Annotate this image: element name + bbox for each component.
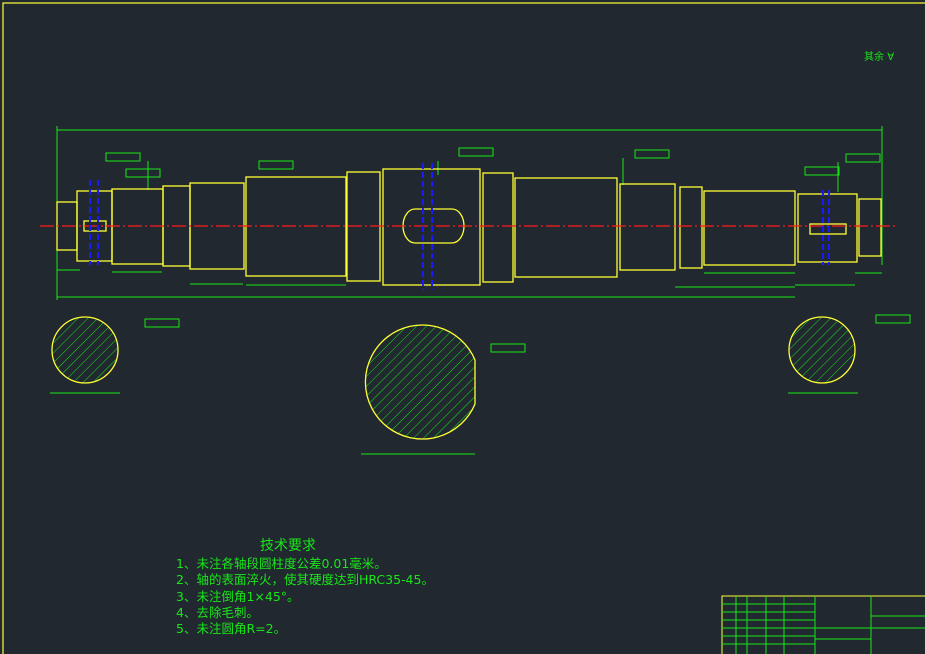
title-block: [721, 595, 925, 654]
requirement-item: 4、去除毛刺。: [176, 604, 259, 620]
requirement-item: 5、未注圆角R=2。: [176, 621, 287, 637]
roughness-label: 其余: [864, 52, 884, 63]
section-middle: [361, 324, 476, 455]
section-right: [788, 316, 858, 394]
requirement-item: 1、未注各轴段圆柱度公差0.01毫米。: [176, 556, 387, 572]
requirement-item: 2、轴的表面淬火，使其硬度达到HRC35-45。: [176, 572, 434, 588]
shaft-outline: [56, 168, 882, 286]
requirements-title: 技术要求: [260, 538, 316, 554]
requirement-item: 3、未注倒角1×45°。: [176, 588, 300, 604]
shaft-drawing: [2, 2, 925, 654]
section-left: [50, 316, 120, 394]
roughness-note: 其余 ∀: [864, 48, 894, 63]
drawing-border: [2, 2, 925, 654]
surface-roughness-icon: ∀: [887, 52, 895, 63]
technical-requirements: 技术要求 1、未注各轴段圆柱度公差0.01毫米。 2、轴的表面淬火，使其硬度达到…: [176, 538, 434, 637]
